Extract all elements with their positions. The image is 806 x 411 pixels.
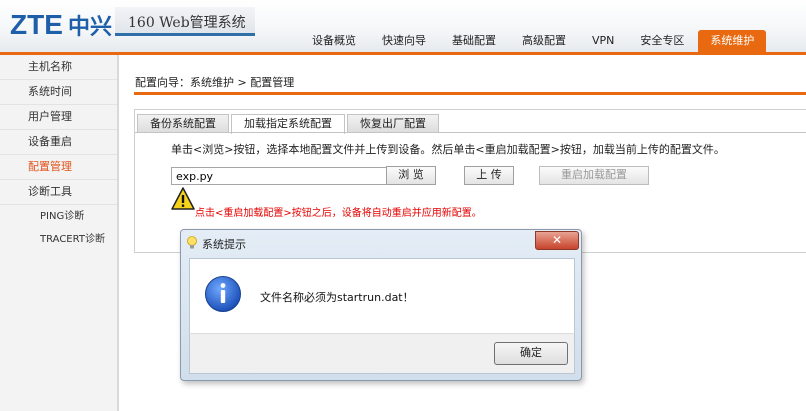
warning-text: 点击<重启加载配置>按钮之后，设备将自动重启并应用新配置。 (195, 208, 482, 219)
nav-quick-wizard[interactable]: 快速向导 (370, 30, 438, 52)
system-alert-dialog: 系统提示 ✕ 文件名称必须为startrun.dat！ 确定 (180, 229, 582, 381)
file-path-input[interactable] (171, 167, 387, 185)
breadcrumb: 配置向导：系统维护 > 配置管理 (135, 76, 295, 89)
dialog-title: 系统提示 (202, 238, 246, 251)
system-title: 160 Web管理系统 (128, 15, 246, 31)
zte-logo: ZTE 中兴 (10, 6, 116, 40)
tab-bar: 备份系统配置 加载指定系统配置 恢复出厂配置 (135, 114, 439, 134)
reboot-load-config-button[interactable]: 重启加载配置 (539, 166, 649, 185)
sidebar-item-device-reboot[interactable]: 设备重启 (0, 130, 117, 155)
nav-device-overview[interactable]: 设备概览 (300, 30, 368, 52)
info-icon (204, 275, 242, 313)
warning-icon (171, 187, 195, 211)
upload-button[interactable]: 上 传 (464, 166, 514, 185)
tab-load-config[interactable]: 加载指定系统配置 (231, 114, 345, 134)
sidebar-item-config-management[interactable]: 配置管理 (0, 155, 117, 180)
dialog-body: 文件名称必须为startrun.dat！ (189, 258, 575, 334)
nav-basic-config[interactable]: 基础配置 (440, 30, 508, 52)
nav-security[interactable]: 安全专区 (628, 30, 696, 52)
sidebar-subitem-ping[interactable]: PING诊断 (0, 205, 117, 228)
close-icon[interactable]: ✕ (535, 231, 579, 250)
sidebar-item-system-time[interactable]: 系统时间 (0, 80, 117, 105)
dialog-message: 文件名称必须为startrun.dat！ (260, 291, 414, 304)
sidebar-item-diagnostic-tools[interactable]: 诊断工具 (0, 180, 117, 205)
nav-advanced-config[interactable]: 高级配置 (510, 30, 578, 52)
tab-factory-reset[interactable]: 恢复出厂配置 (347, 114, 439, 133)
sidebar-item-hostname[interactable]: 主机名称 (0, 55, 117, 80)
zte-logo-icon: ZTE 中兴 (10, 9, 112, 40)
header-divider (0, 52, 806, 55)
ok-button[interactable]: 确定 (494, 342, 568, 365)
nav-vpn[interactable]: VPN (580, 30, 626, 52)
header: ZTE 中兴 160 Web管理系统 设备概览 快速向导 基础配置 高级配置 V… (0, 0, 806, 52)
sidebar-item-user-management[interactable]: 用户管理 (0, 105, 117, 130)
breadcrumb-divider (134, 92, 806, 95)
svg-text:ZTE: ZTE (10, 9, 63, 40)
dialog-footer: 确定 (189, 333, 575, 374)
system-title-box: 160 Web管理系统 (115, 7, 255, 36)
instruction-text: 单击<浏览>按钮，选择本地配置文件并上传到设备。然后单击<重启加载配置>按钮，加… (171, 143, 725, 156)
sidebar: 主机名称 系统时间 用户管理 设备重启 配置管理 诊断工具 PING诊断 TRA… (0, 55, 119, 411)
sidebar-subitem-tracert[interactable]: TRACERT诊断 (0, 228, 117, 251)
nav-system-maintenance[interactable]: 系统维护 (698, 30, 767, 52)
tab-backup-config[interactable]: 备份系统配置 (137, 114, 229, 133)
svg-text:中兴: 中兴 (68, 15, 112, 40)
title-underline (115, 33, 255, 36)
top-nav: 设备概览 快速向导 基础配置 高级配置 VPN 安全专区 系统维护 (300, 30, 768, 52)
lightbulb-icon (186, 236, 198, 250)
tab-divider (135, 132, 806, 133)
browse-button[interactable]: 浏 览 (386, 166, 436, 185)
